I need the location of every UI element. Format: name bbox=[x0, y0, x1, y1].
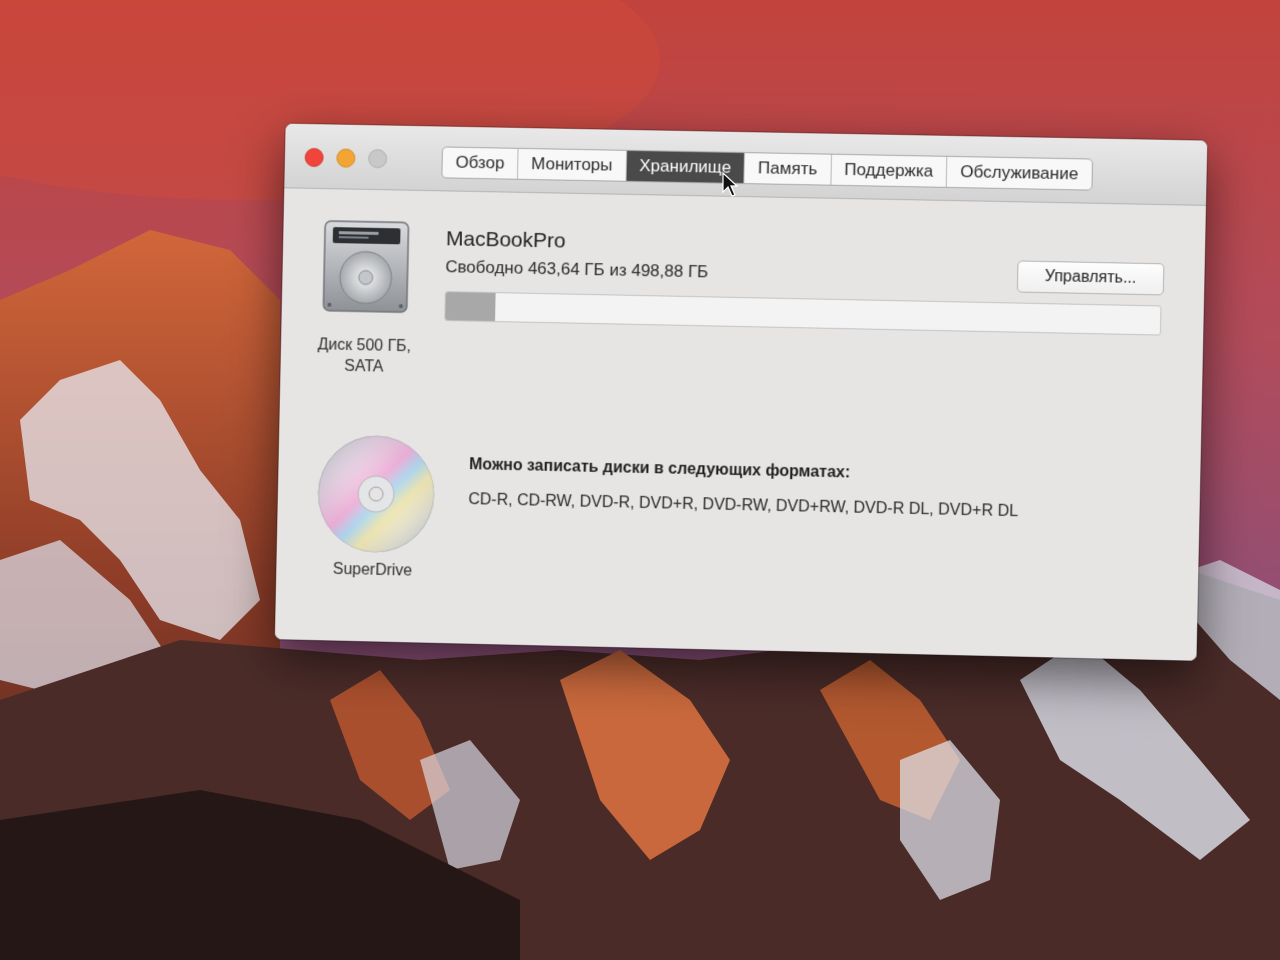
storage-usage-fill bbox=[445, 292, 496, 322]
storage-pane: Диск 500 ГБ, SATA MacBookPro Свободно 46… bbox=[274, 188, 1206, 661]
close-button[interactable] bbox=[304, 147, 324, 168]
disk-caption-size: Диск 500 ГБ, bbox=[317, 336, 412, 356]
disk-caption-interface: SATA bbox=[344, 357, 384, 376]
manage-button[interactable]: Управлять... bbox=[1016, 260, 1165, 296]
disk-free-space: Свободно 463,64 ГБ из 498,88 ГБ bbox=[445, 257, 709, 282]
tab-support[interactable]: Поддержка bbox=[830, 154, 948, 187]
tab-displays[interactable]: Мониторы bbox=[518, 148, 627, 181]
burn-formats-heading: Можно записать диски в следующих формата… bbox=[468, 456, 851, 482]
mouse-cursor-icon bbox=[722, 172, 738, 197]
tab-service[interactable]: Обслуживание bbox=[947, 157, 1092, 190]
system-info-window: Обзор Мониторы Хранилище Память Поддержк… bbox=[274, 123, 1208, 661]
tab-memory[interactable]: Память bbox=[744, 153, 832, 185]
zoom-button bbox=[368, 149, 388, 169]
tab-overview[interactable]: Обзор bbox=[442, 147, 519, 179]
disk-name: MacBookPro bbox=[445, 227, 566, 253]
disk-caption: Диск 500 ГБ, SATA bbox=[290, 334, 438, 379]
hard-disk-icon bbox=[319, 219, 412, 316]
drive-caption: SuperDrive bbox=[332, 560, 413, 580]
optical-disc-icon bbox=[314, 432, 438, 556]
tab-bar: Обзор Мониторы Хранилище Память Поддержк… bbox=[441, 146, 1093, 191]
burn-formats-list: CD-R, CD-RW, DVD-R, DVD+R, DVD-RW, DVD+R… bbox=[468, 491, 1019, 521]
storage-usage-bar bbox=[444, 291, 1162, 336]
minimize-button[interactable] bbox=[336, 148, 356, 168]
